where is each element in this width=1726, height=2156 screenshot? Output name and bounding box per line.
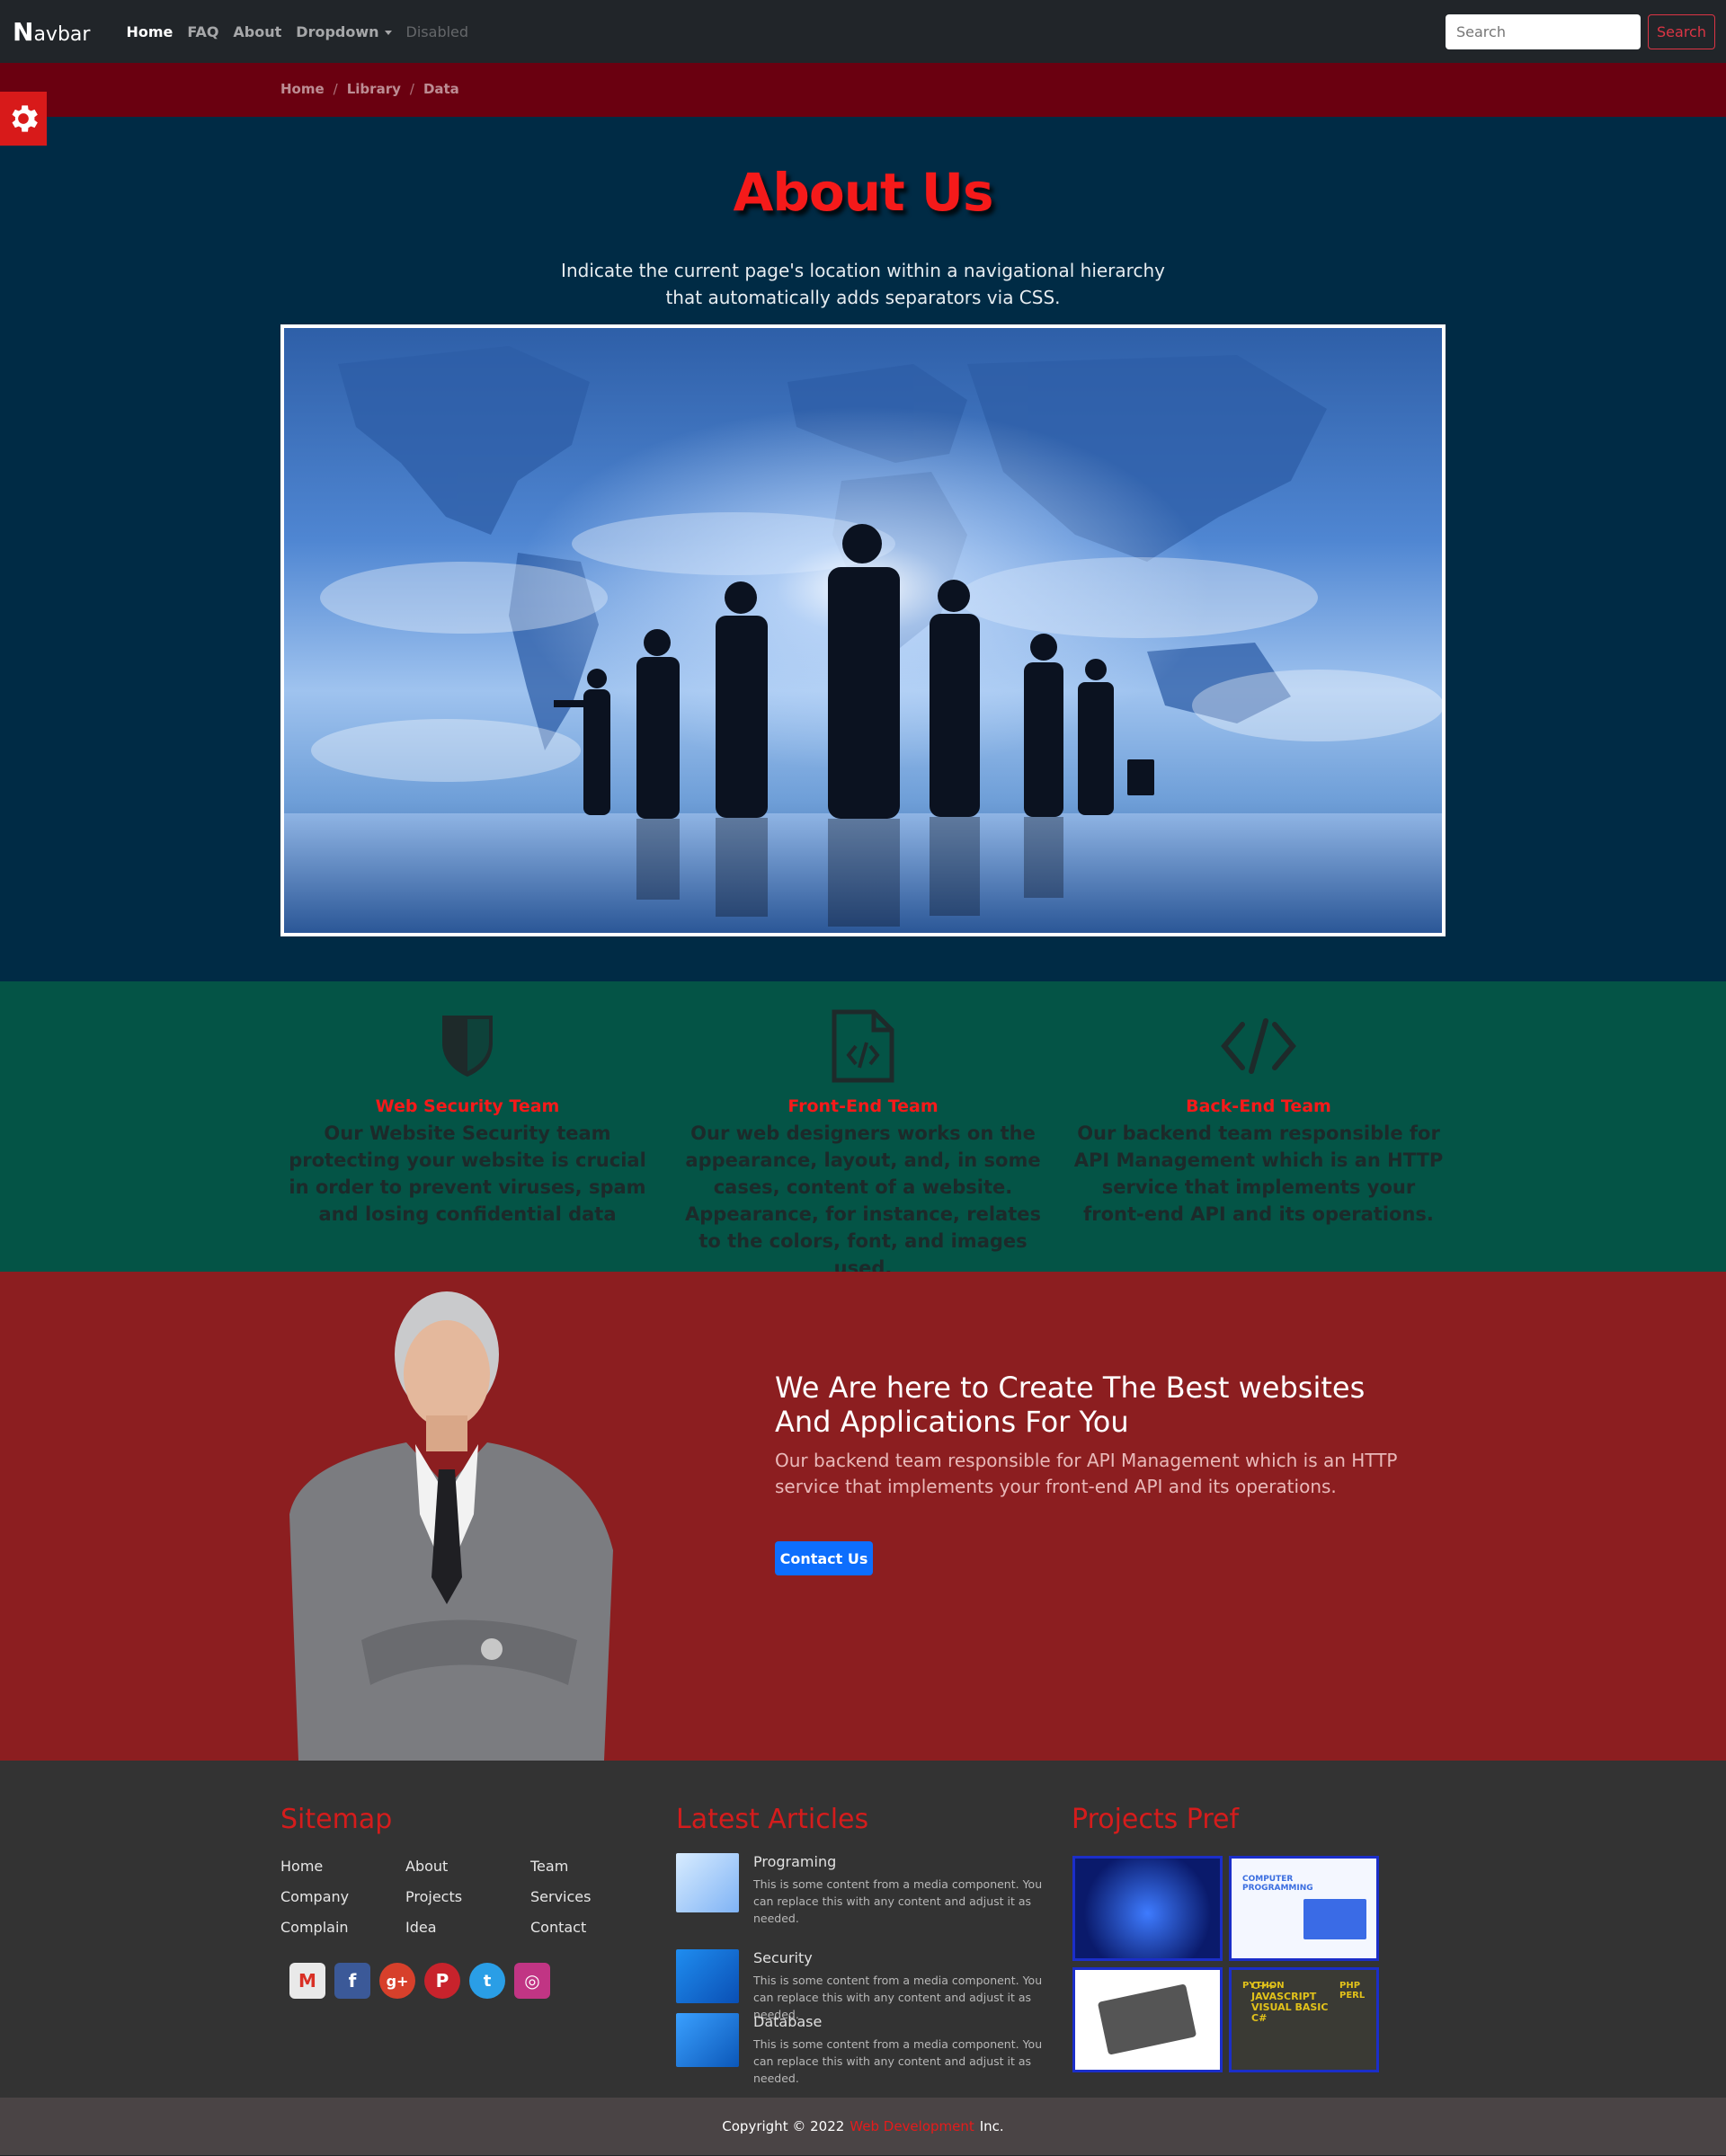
article-thumbnail [676, 1949, 739, 2003]
breadcrumb-bar: Home / Library / Data [0, 63, 1726, 146]
team-card-frontend: Front-End Team Our web designers works o… [674, 1007, 1052, 1282]
file-code-icon [674, 1007, 1052, 1086]
gmail-icon[interactable]: M [289, 1963, 325, 1999]
copyright-text: Copyright © 2022 [722, 2118, 845, 2134]
sitemap-link[interactable]: Company [280, 1888, 405, 1906]
nav-link-disabled: Disabled [405, 22, 469, 40]
article-text: This is some content from a media compon… [753, 1877, 1043, 1925]
contact-us-button[interactable]: Contact Us [775, 1541, 873, 1575]
sitemap-links: Home About Team Company Projects Service… [280, 1858, 655, 1937]
nav-links: Home FAQ About Dropdown Disabled [126, 23, 468, 40]
article-title: Security [753, 1949, 813, 1966]
breadcrumb-home[interactable]: Home [280, 81, 325, 97]
copyright-bar: Copyright © 2022 Web Development Inc. [0, 2098, 1726, 2155]
breadcrumb-data: Data [423, 81, 459, 97]
cta-section: We Are here to Create The Best websites … [0, 1272, 1726, 1761]
team-description: Our web designers works on the appearanc… [685, 1122, 1041, 1279]
sitemap-link[interactable]: Services [530, 1888, 655, 1906]
chevron-down-icon [384, 30, 392, 35]
nav-dropdown[interactable]: Dropdown [296, 23, 392, 40]
team-description: Our backend team responsible for API Man… [1073, 1122, 1444, 1225]
article-item[interactable]: Database This is some content from a med… [676, 2013, 1054, 2087]
gear-icon [12, 105, 38, 132]
team-card-backend: Back-End Team Our backend team responsib… [1070, 1007, 1447, 1228]
sitemap-link[interactable]: About [405, 1858, 530, 1876]
article-item[interactable]: Security This is some content from a med… [676, 1949, 1054, 2023]
navbar-brand[interactable]: Navbar [13, 17, 90, 47]
project-thumbnail[interactable] [1072, 1856, 1223, 1961]
code-icon [1070, 1007, 1447, 1086]
sitemap-link[interactable]: Home [280, 1858, 405, 1876]
article-thumbnail [676, 1853, 739, 1912]
copyright-brand[interactable]: Web Development [850, 2118, 974, 2134]
cta-text: Our backend team responsible for API Man… [775, 1450, 1398, 1497]
nav-link-about[interactable]: About [233, 23, 281, 40]
shield-icon [279, 1007, 656, 1086]
page-title: About Us [733, 162, 993, 223]
nav-link-faq[interactable]: FAQ [187, 23, 218, 40]
sitemap-link[interactable]: Idea [405, 1919, 530, 1937]
hero-image [280, 324, 1446, 936]
settings-toggle[interactable] [0, 92, 47, 146]
breadcrumb: Home / Library / Data [280, 81, 459, 97]
article-thumbnail [676, 2013, 739, 2067]
twitter-icon[interactable]: t [469, 1963, 505, 1999]
article-item[interactable]: Programing This is some content from a m… [676, 1853, 1054, 1927]
team-title: Front-End Team [787, 1096, 939, 1116]
breadcrumb-separator: / [333, 81, 338, 97]
project-thumbnail[interactable]: COMPUTER PROGRAMMING [1229, 1856, 1379, 1961]
sitemap-title: Sitemap [280, 1804, 393, 1835]
article-text: This is some content from a media compon… [753, 2037, 1043, 2085]
cta-heading: We Are here to Create The Best websites … [775, 1371, 1366, 1439]
social-links: M f g+ P t ◎ [289, 1963, 550, 1999]
article-title: Programing [753, 1853, 837, 1870]
team-title: Back-End Team [1186, 1096, 1331, 1116]
pinterest-icon[interactable]: P [424, 1963, 460, 1999]
breadcrumb-separator: / [409, 81, 414, 97]
team-description: Our Website Security team protecting you… [289, 1122, 646, 1225]
instagram-icon[interactable]: ◎ [514, 1963, 550, 1999]
sitemap-link[interactable]: Contact [530, 1919, 655, 1937]
hero-section: About Us Indicate the current page's loc… [0, 117, 1726, 981]
team-title: Web Security Team [375, 1096, 560, 1116]
team-silhouette-image [284, 328, 1442, 933]
nav-link-home[interactable]: Home [126, 23, 173, 40]
search-form: Search [1446, 14, 1715, 49]
project-thumbnail[interactable] [1072, 1967, 1223, 2072]
facebook-icon[interactable]: f [334, 1963, 370, 1999]
sitemap-link[interactable]: Complain [280, 1919, 405, 1937]
sitemap-link[interactable]: Projects [405, 1888, 530, 1906]
footer: Sitemap Home About Team Company Projects… [0, 1761, 1726, 2098]
hero-subtitle: Indicate the current page's location wit… [561, 260, 1165, 308]
copyright-suffix: Inc. [979, 2118, 1004, 2134]
search-input[interactable] [1446, 14, 1641, 49]
team-card-security: Web Security Team Our Website Security t… [279, 1007, 656, 1228]
breadcrumb-library[interactable]: Library [347, 81, 401, 97]
articles-title: Latest Articles [676, 1804, 869, 1835]
businessman-image [289, 1291, 613, 1761]
google-plus-icon[interactable]: g+ [379, 1963, 415, 1999]
projects-title: Projects Pref [1072, 1804, 1240, 1835]
article-title: Database [753, 2013, 823, 2030]
teams-section: Web Security Team Our Website Security t… [0, 981, 1726, 1279]
sitemap-link[interactable]: Team [530, 1858, 655, 1876]
navbar: Navbar Home FAQ About Dropdown Disabled … [0, 0, 1726, 63]
project-thumbnail[interactable]: C++ JAVASCRIPT VISUAL BASIC C# PYTHON PH… [1229, 1967, 1379, 2072]
search-button[interactable]: Search [1648, 14, 1715, 49]
